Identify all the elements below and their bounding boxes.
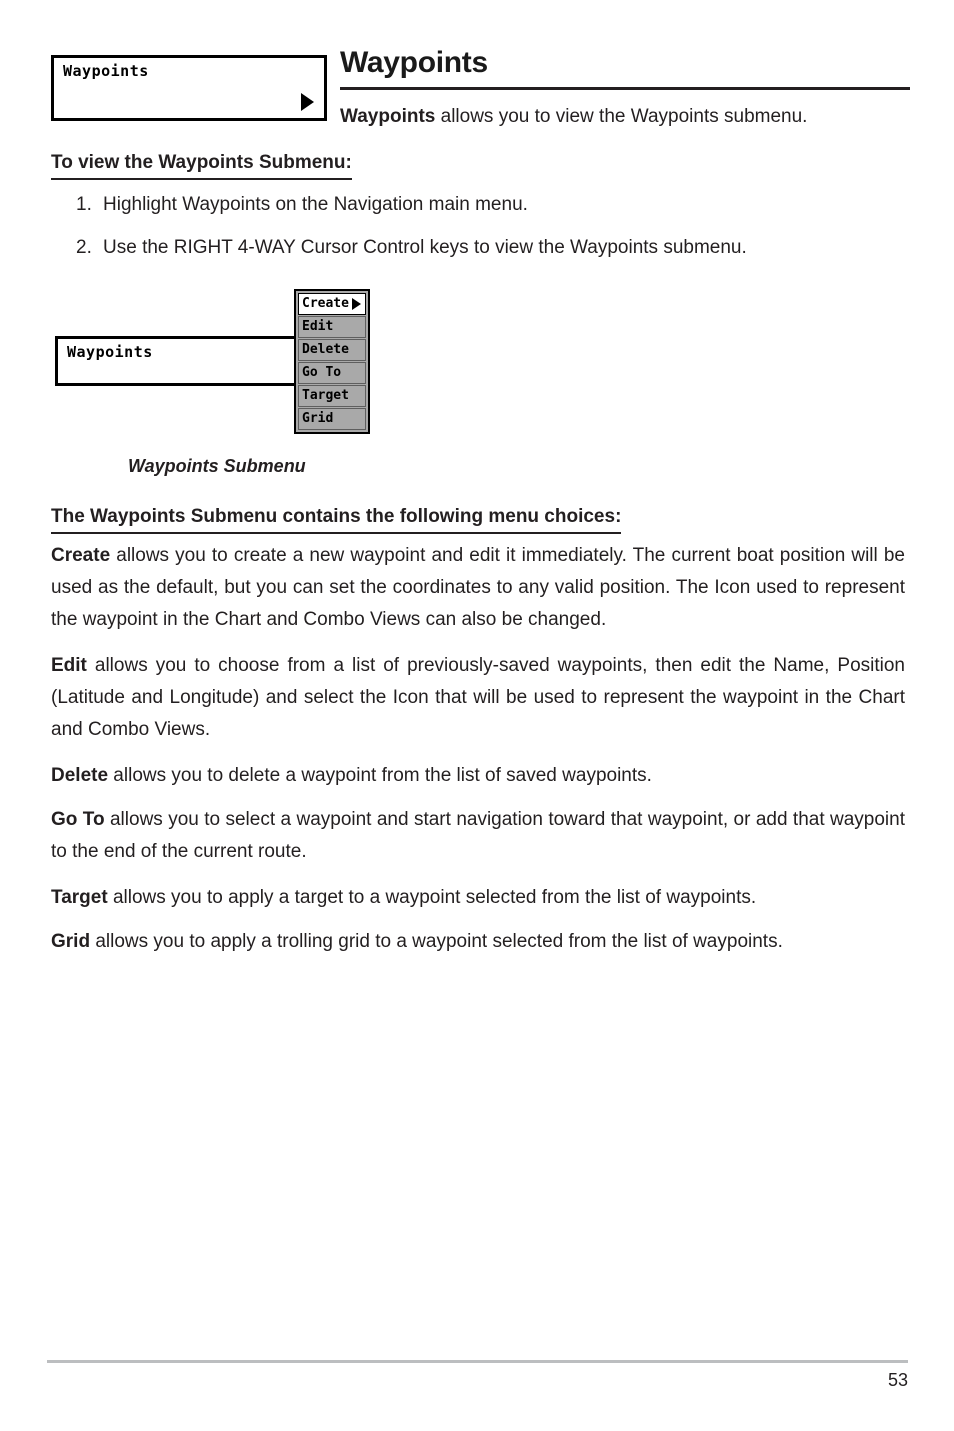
submenu-item-label: Target bbox=[302, 388, 349, 403]
submenu-item-go-to[interactable]: Go To bbox=[298, 362, 366, 384]
submenu-item-create[interactable]: Create bbox=[298, 293, 366, 315]
page-title: Waypoints bbox=[340, 46, 488, 79]
term-create: Create bbox=[51, 545, 111, 566]
paragraph-target-text: allows you to apply a target to a waypoi… bbox=[107, 887, 757, 908]
paragraph-create-text: allows you to create a new waypoint and … bbox=[51, 545, 905, 630]
paragraph-edit: Edit allows you to choose from a list of… bbox=[51, 650, 905, 746]
list-item: 2. Use the RIGHT 4-WAY Cursor Control ke… bbox=[51, 235, 911, 261]
paragraph-edit-text: allows you to choose from a list of prev… bbox=[51, 655, 905, 740]
triangle-right-icon bbox=[352, 298, 361, 310]
page-header: Waypoints Waypoints Waypoints allows you… bbox=[0, 0, 954, 140]
figure-caption: Waypoints Submenu bbox=[128, 456, 306, 476]
list-item: 1. Highlight Waypoints on the Navigation… bbox=[51, 192, 911, 218]
submenu-item-target[interactable]: Target bbox=[298, 385, 366, 407]
term-grid: Grid bbox=[51, 931, 91, 952]
step-number: 1. bbox=[76, 194, 92, 215]
waypoints-submenu-panel: Create Edit Delete Go To Target Grid bbox=[294, 289, 370, 434]
footer-divider bbox=[47, 1360, 908, 1363]
paragraph-go-to-text: allows you to select a waypoint and star… bbox=[51, 809, 905, 862]
paragraph-create: Create allows you to create a new waypoi… bbox=[51, 540, 905, 636]
figure-menu-label: Waypoints bbox=[67, 343, 153, 361]
submenu-item-label: Grid bbox=[302, 411, 334, 426]
term-delete: Delete bbox=[51, 765, 109, 786]
submenu-item-grid[interactable]: Grid bbox=[298, 408, 366, 430]
submenu-item-label: Go To bbox=[302, 365, 342, 380]
paragraph-delete: Delete allows you to delete a waypoint f… bbox=[51, 760, 905, 792]
paragraph-target: Target allows you to apply a target to a… bbox=[51, 882, 905, 914]
figure-waypoints-submenu: Waypoints Create Edit Delete Go To Targe… bbox=[0, 280, 954, 485]
paragraph-grid: Grid allows you to apply a trolling grid… bbox=[51, 926, 905, 958]
step-text: Highlight Waypoints on the Navigation ma… bbox=[103, 194, 528, 215]
submenu-item-label: Create bbox=[302, 296, 349, 311]
figure-waypoints-menu-box[interactable]: Waypoints bbox=[55, 336, 301, 386]
numbered-steps-list: 1. Highlight Waypoints on the Navigation… bbox=[51, 192, 911, 278]
menu-widget-top-label: Waypoints bbox=[63, 62, 149, 80]
intro-bold-term: Waypoints bbox=[340, 106, 436, 127]
submenu-item-label: Delete bbox=[302, 342, 349, 357]
section-heading-to-view: To view the Waypoints Submenu: bbox=[51, 152, 352, 180]
term-go-to: Go To bbox=[51, 809, 105, 830]
step-text: Use the RIGHT 4-WAY Cursor Control keys … bbox=[103, 237, 747, 258]
intro-rest-text: allows you to view the Waypoints submenu… bbox=[435, 106, 808, 127]
submenu-item-edit[interactable]: Edit bbox=[298, 316, 366, 338]
triangle-right-icon bbox=[301, 93, 314, 111]
submenu-item-label: Edit bbox=[302, 319, 334, 334]
paragraph-go-to: Go To allows you to select a waypoint an… bbox=[51, 804, 905, 868]
paragraph-delete-text: allows you to delete a waypoint from the… bbox=[108, 765, 652, 786]
page-number: 53 bbox=[887, 1370, 908, 1390]
navigation-menu-waypoints-box[interactable]: Waypoints bbox=[51, 55, 327, 121]
term-target: Target bbox=[51, 887, 108, 908]
submenu-item-delete[interactable]: Delete bbox=[298, 339, 366, 361]
manual-page: Waypoints Waypoints Waypoints allows you… bbox=[0, 0, 954, 1431]
term-edit: Edit bbox=[51, 655, 87, 676]
section-heading-menu-choices: The Waypoints Submenu contains the follo… bbox=[51, 506, 622, 534]
paragraph-grid-text: allows you to apply a trolling grid to a… bbox=[90, 931, 783, 952]
intro-paragraph: Waypoints allows you to view the Waypoin… bbox=[340, 104, 807, 130]
step-number: 2. bbox=[76, 237, 92, 258]
title-divider bbox=[340, 87, 910, 90]
